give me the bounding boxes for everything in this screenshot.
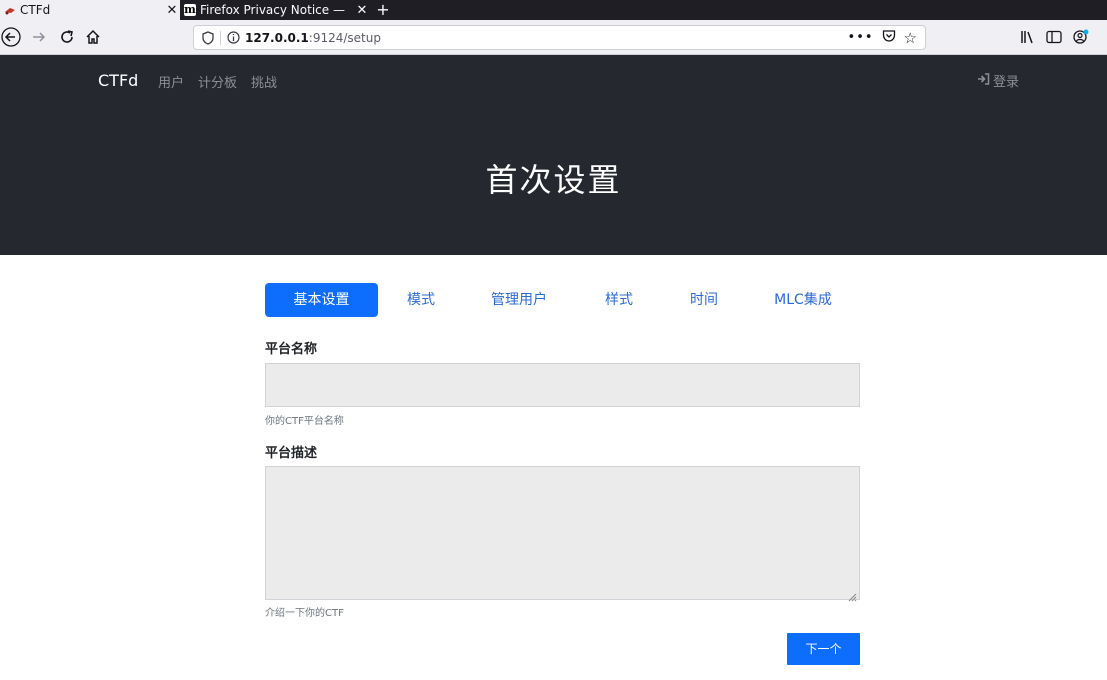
tab-time[interactable]: 时间 (675, 283, 733, 317)
brand-logo[interactable]: CTFd (98, 71, 138, 90)
close-tab-icon[interactable]: ✕ (354, 3, 370, 18)
url-text[interactable]: 127.0.0.1:9124/setup (245, 31, 381, 45)
tab-ctfd[interactable]: CTFd ✕ (0, 0, 180, 20)
url-bar[interactable]: 127.0.0.1:9124/setup ••• ☆ (193, 25, 926, 50)
resize-handle-icon[interactable] (847, 587, 857, 602)
setup-tabs: 基本设置 模式 管理用户 样式 时间 MLC集成 (265, 283, 865, 317)
platform-name-hint: 你的CTF平台名称 (265, 416, 344, 427)
tab-mode[interactable]: 模式 (392, 283, 450, 317)
shield-icon[interactable] (200, 30, 216, 46)
next-button[interactable]: 下一个 (787, 633, 860, 665)
login-label: 登录 (993, 75, 1020, 90)
mozilla-favicon-icon: m (184, 3, 196, 16)
info-icon[interactable] (225, 30, 241, 46)
sign-in-icon (977, 72, 990, 89)
tab-mlc-integration[interactable]: MLC集成 (761, 283, 845, 317)
nav-link-scoreboard[interactable]: 计分板 (198, 72, 237, 91)
account-icon[interactable] (1070, 26, 1092, 48)
url-separator (220, 30, 221, 45)
pocket-icon[interactable] (882, 29, 896, 46)
url-host: 127.0.0.1 (245, 30, 309, 45)
more-icon[interactable]: ••• (848, 30, 874, 45)
home-icon[interactable] (82, 26, 104, 48)
tab-title: Firefox Privacy Notice — (200, 3, 345, 17)
nav-link-users[interactable]: 用户 (158, 72, 184, 91)
library-icon[interactable] (1017, 26, 1039, 48)
page-title: 首次设置 (485, 161, 622, 199)
top-nav: 用户 计分板 挑战 (158, 72, 277, 91)
platform-description-label: 平台描述 (265, 446, 318, 461)
browser-toolbar: 127.0.0.1:9124/setup ••• ☆ (0, 20, 1107, 55)
tab-title: CTFd (20, 3, 51, 17)
tab-basic-settings[interactable]: 基本设置 (265, 283, 378, 317)
browser-tab-bar: CTFd ✕ m Firefox Privacy Notice — ✕ + (0, 0, 1107, 20)
nav-link-challenges[interactable]: 挑战 (251, 72, 277, 91)
platform-description-textarea[interactable] (265, 466, 860, 602)
close-tab-icon[interactable]: ✕ (164, 3, 180, 18)
reload-icon[interactable] (56, 26, 78, 48)
forward-icon[interactable] (28, 26, 50, 48)
login-link[interactable]: 登录 (977, 71, 1019, 90)
tab-style[interactable]: 样式 (590, 283, 648, 317)
platform-description-hint: 介绍一下你的CTF (265, 608, 344, 619)
tab-admin-user[interactable]: 管理用户 (477, 283, 561, 317)
tab-privacy-notice[interactable]: m Firefox Privacy Notice — ✕ (180, 0, 370, 20)
sidebar-icon[interactable] (1043, 26, 1065, 48)
back-icon[interactable] (0, 26, 22, 48)
page-header: CTFd 用户 计分板 挑战 登录 首次设置 (0, 55, 1107, 255)
star-icon[interactable]: ☆ (904, 29, 917, 47)
ctfd-favicon-icon (4, 4, 16, 16)
new-tab-icon[interactable]: + (374, 0, 392, 20)
url-path: :9124/setup (308, 30, 381, 45)
platform-name-label: 平台名称 (265, 342, 318, 357)
platform-name-input[interactable] (265, 363, 860, 407)
